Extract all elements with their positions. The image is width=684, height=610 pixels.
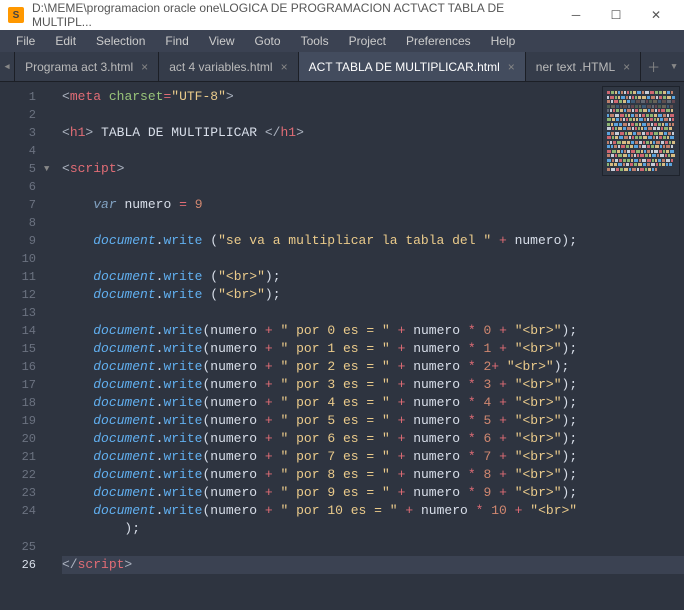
tab-close-icon[interactable]: × bbox=[281, 60, 288, 74]
menu-tools[interactable]: Tools bbox=[291, 32, 339, 50]
menu-goto[interactable]: Goto bbox=[245, 32, 291, 50]
app-icon: S bbox=[8, 7, 24, 23]
menu-preferences[interactable]: Preferences bbox=[396, 32, 481, 50]
file-tab[interactable]: ner text .HTML × bbox=[526, 52, 641, 81]
line-number-gutter: 1234567891011121314151617181920212223242… bbox=[0, 82, 44, 610]
menu-help[interactable]: Help bbox=[481, 32, 526, 50]
window-titlebar: S D:\MEME\programacion oracle one\LOGICA… bbox=[0, 0, 684, 30]
tab-close-icon[interactable]: × bbox=[508, 60, 515, 74]
menu-project[interactable]: Project bbox=[339, 32, 396, 50]
tab-bar-right: ＋ ▾ bbox=[641, 52, 684, 81]
minimize-button[interactable]: ─ bbox=[556, 0, 596, 30]
menu-edit[interactable]: Edit bbox=[45, 32, 86, 50]
file-tab[interactable]: Programa act 3.html × bbox=[15, 52, 159, 81]
menu-selection[interactable]: Selection bbox=[86, 32, 155, 50]
tab-label: ner text .HTML bbox=[536, 60, 615, 74]
close-button[interactable]: ✕ bbox=[636, 0, 676, 30]
editor-area[interactable]: 1234567891011121314151617181920212223242… bbox=[0, 82, 684, 610]
new-tab-icon[interactable]: ＋ bbox=[647, 57, 660, 76]
file-tab[interactable]: act 4 variables.html × bbox=[159, 52, 298, 81]
menu-find[interactable]: Find bbox=[155, 32, 198, 50]
fold-icon[interactable]: ▼ bbox=[44, 160, 56, 178]
maximize-button[interactable]: ☐ bbox=[596, 0, 636, 30]
fold-gutter: ▼ bbox=[44, 82, 56, 610]
menu-bar: File Edit Selection Find View Goto Tools… bbox=[0, 30, 684, 52]
tab-bar: ◂ Programa act 3.html×act 4 variables.ht… bbox=[0, 52, 684, 82]
tab-scroll-left-icon[interactable]: ◂ bbox=[0, 52, 15, 81]
tab-label: act 4 variables.html bbox=[169, 60, 272, 74]
tab-label: Programa act 3.html bbox=[25, 60, 133, 74]
menu-file[interactable]: File bbox=[6, 32, 45, 50]
menu-view[interactable]: View bbox=[199, 32, 245, 50]
tab-label: ACT TABLA DE MULTIPLICAR.html bbox=[309, 60, 500, 74]
code-content[interactable]: <meta charset="UTF-8"><h1> TABLA DE MULT… bbox=[56, 82, 684, 610]
tab-overflow-icon[interactable]: ▾ bbox=[670, 59, 678, 74]
window-title: D:\MEME\programacion oracle one\LOGICA D… bbox=[32, 1, 556, 29]
file-tab[interactable]: ACT TABLA DE MULTIPLICAR.html × bbox=[299, 52, 526, 81]
minimap[interactable] bbox=[602, 86, 680, 176]
tab-close-icon[interactable]: × bbox=[141, 60, 148, 74]
tab-close-icon[interactable]: × bbox=[623, 60, 630, 74]
